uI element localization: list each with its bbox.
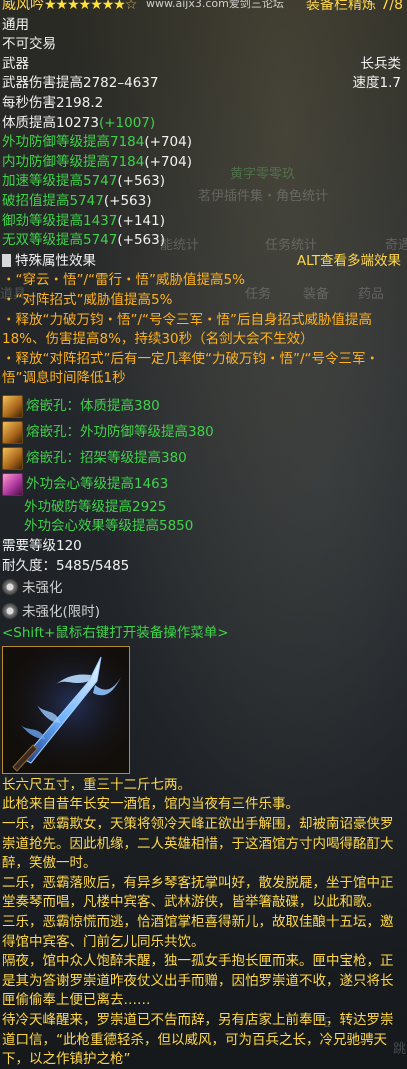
special-icon	[2, 253, 11, 267]
stat-base: 御劲等级提高1437	[2, 212, 118, 229]
star-icon: ★★★★★★★	[44, 0, 126, 13]
socket-row[interactable]: 熔嵌孔：外功防御等级提高380	[0, 420, 407, 446]
stat-row: 无双等级提高5747(+563)	[0, 231, 407, 251]
required-level: 需要等级120	[2, 538, 82, 555]
bg-menu-2: 任务	[245, 287, 272, 302]
bg-menu-4: 药品	[358, 287, 385, 302]
weapon-damage: 武器伤害提高2782–4637	[2, 75, 159, 92]
enhance-status: 未强化	[22, 580, 63, 597]
socket-text: 熔嵌孔：招架等级提高380	[26, 450, 187, 467]
gem-icon	[2, 421, 23, 445]
item-tooltip: 黄字零零玖 茗伊插件集・角色统计 能统计 任务统计 奇遇 道具 任务 装备 药品…	[0, 0, 407, 1069]
item-title-row: 威风吟★★★★★★★☆ www.aijx3.com爱剑三论坛 装备栏精炼 7/8	[0, 0, 407, 16]
enhance-slot-icon	[2, 603, 18, 620]
story-line: 三乐，恶霸惊慌而逃，恰酒馆掌柜喜得新儿，故取佳酿十五坛，邀得馆中宾客、门前乞儿同…	[2, 914, 394, 950]
socket-text: 熔嵌孔：外功防御等级提高380	[26, 424, 214, 441]
stat-row: 破招值提高5747(+563)	[0, 192, 407, 212]
stat-row: 外功防御等级提高7184(+704)	[0, 133, 407, 153]
set-gem-text: 外功会心效果等级提高5850	[24, 518, 194, 535]
stat-bonus: (+1007)	[98, 114, 156, 131]
story-line: 此枪来自昔年长安一酒馆，馆内当夜有三件乐事。	[2, 796, 299, 813]
socket-row[interactable]: 熔嵌孔：体质提高380	[0, 394, 407, 420]
bind-type: 通用	[2, 16, 29, 33]
stat-base: 体质提高10273	[2, 114, 99, 131]
stat-base: 无双等级提高5747	[2, 232, 118, 249]
special-header-row: 特殊属性效果 ALT查看多端效果	[0, 252, 407, 272]
stat-bonus: (+704)	[144, 153, 192, 170]
gem-icon	[2, 447, 23, 471]
story-line: 一乐，恶霸欺女，天策将领冷天峰正欲出手解围，却被南诏豪侠罗崇道抢先。因此机缘，二…	[2, 816, 394, 872]
stat-bonus: (+563)	[103, 192, 152, 209]
watermark: www.aijx3.com爱剑三论坛	[146, 0, 284, 10]
weapon-speed: 速度1.7	[352, 75, 401, 92]
stat-base: 加速等级提高5747	[2, 173, 118, 190]
durability: 耐久度：5485/5485	[2, 557, 130, 574]
category-row: 武器 长兵类	[0, 55, 407, 75]
stat-list: 体质提高10273(+1007) 外功防御等级提高7184(+704) 内功防御…	[0, 114, 407, 251]
special-effect: ・释放“力破万钧・悟”/“号令三军・悟”后自身招式威胁值提高18%、伤害提高8%…	[2, 311, 373, 348]
bg-menu-3: 装备	[303, 287, 330, 302]
gem-icon	[2, 395, 23, 419]
stat-row: 加速等级提高5747(+563)	[0, 172, 407, 192]
item-category: 武器	[2, 55, 29, 72]
story-line: 长六尺五寸，重三十二斤七两。	[2, 776, 191, 793]
stat-row: 体质提高10273(+1007)	[0, 114, 407, 134]
stat-bonus: (+704)	[144, 134, 192, 151]
shift-hint: <Shift+鼠标右键打开装备操作菜单>	[2, 625, 229, 642]
set-gem-text: 外功会心等级提高1463	[26, 476, 169, 493]
enhance-limited-row[interactable]: 未强化(限时)	[0, 600, 407, 624]
damage-row: 武器伤害提高2782–4637 速度1.7	[0, 74, 407, 94]
set-gem-row[interactable]: 外功会心等级提高1463	[0, 472, 407, 498]
stat-bonus: (+563)	[117, 232, 165, 249]
item-name: 威风吟	[2, 0, 44, 13]
dps: 每秒伤害2198.2	[2, 94, 104, 111]
weapon-spear-image	[2, 645, 130, 774]
enhance-limited-status: 未强化(限时)	[22, 604, 101, 621]
set-gem-text: 外功破防等级提高2925	[24, 498, 167, 515]
stat-row: 内功防御等级提高7184(+704)	[0, 153, 407, 173]
enhance-row[interactable]: 未强化	[0, 576, 407, 600]
story-line: 二乐，恶霸落败后，有异乡琴客抚掌叫好，散发脱屣，坐于馆中正堂奏琴而唱，凡楼中宾客…	[2, 874, 394, 911]
weapon-type: 长兵类	[360, 55, 402, 72]
stat-row: 御劲等级提高1437(+141)	[0, 212, 407, 232]
special-header: 特殊属性效果	[2, 252, 96, 272]
stat-bonus: (+141)	[117, 212, 165, 229]
story-line: 待冷天峰醒来，罗崇道已不告而辞，另有店家上前奉匣，转达罗崇道口信，“此枪重德轻杀…	[2, 1011, 394, 1068]
stat-base: 破招值提高5747	[2, 192, 104, 209]
special-header-label: 特殊属性效果	[15, 252, 96, 269]
refine-level: 装备栏精炼 7/8	[306, 0, 403, 13]
socket-row[interactable]: 熔嵌孔：招架等级提高380	[0, 446, 407, 472]
bg-menu-1: 道具	[0, 287, 27, 302]
stat-base: 外功防御等级提高7184	[2, 134, 145, 151]
stat-base: 内功防御等级提高7184	[2, 153, 145, 170]
story-line: 隔夜，馆中众人饱醉未醒，独一孤女手抱长匣而来。匣中宝枪，正是其为答谢罗崇道昨夜仗…	[2, 953, 394, 1009]
special-effect: ・“对阵招式”威胁值提高5%	[2, 291, 173, 308]
enhance-slot-icon	[2, 579, 18, 596]
trade-status: 不可交易	[2, 36, 56, 53]
star-rating: ★★★★★★★☆	[44, 0, 138, 13]
socket-text: 熔嵌孔：体质提高380	[26, 398, 160, 415]
alt-hint: ALT查看多端效果	[296, 252, 401, 269]
gem-icon	[2, 473, 23, 497]
bg-key-hint: E	[323, 1016, 332, 1031]
bg-jump-hint: 跳	[393, 1042, 407, 1057]
special-effect: ・“穿云・悟”/“雷行・悟”威胁值提高5%	[2, 272, 245, 289]
stat-bonus: (+563)	[117, 173, 165, 190]
star-empty-icon: ☆	[124, 0, 138, 13]
special-effect: ・释放“对阵招式”后有一定几率使“力破万钧・悟”/“号令三军・悟”调息时间降低1…	[2, 350, 380, 387]
